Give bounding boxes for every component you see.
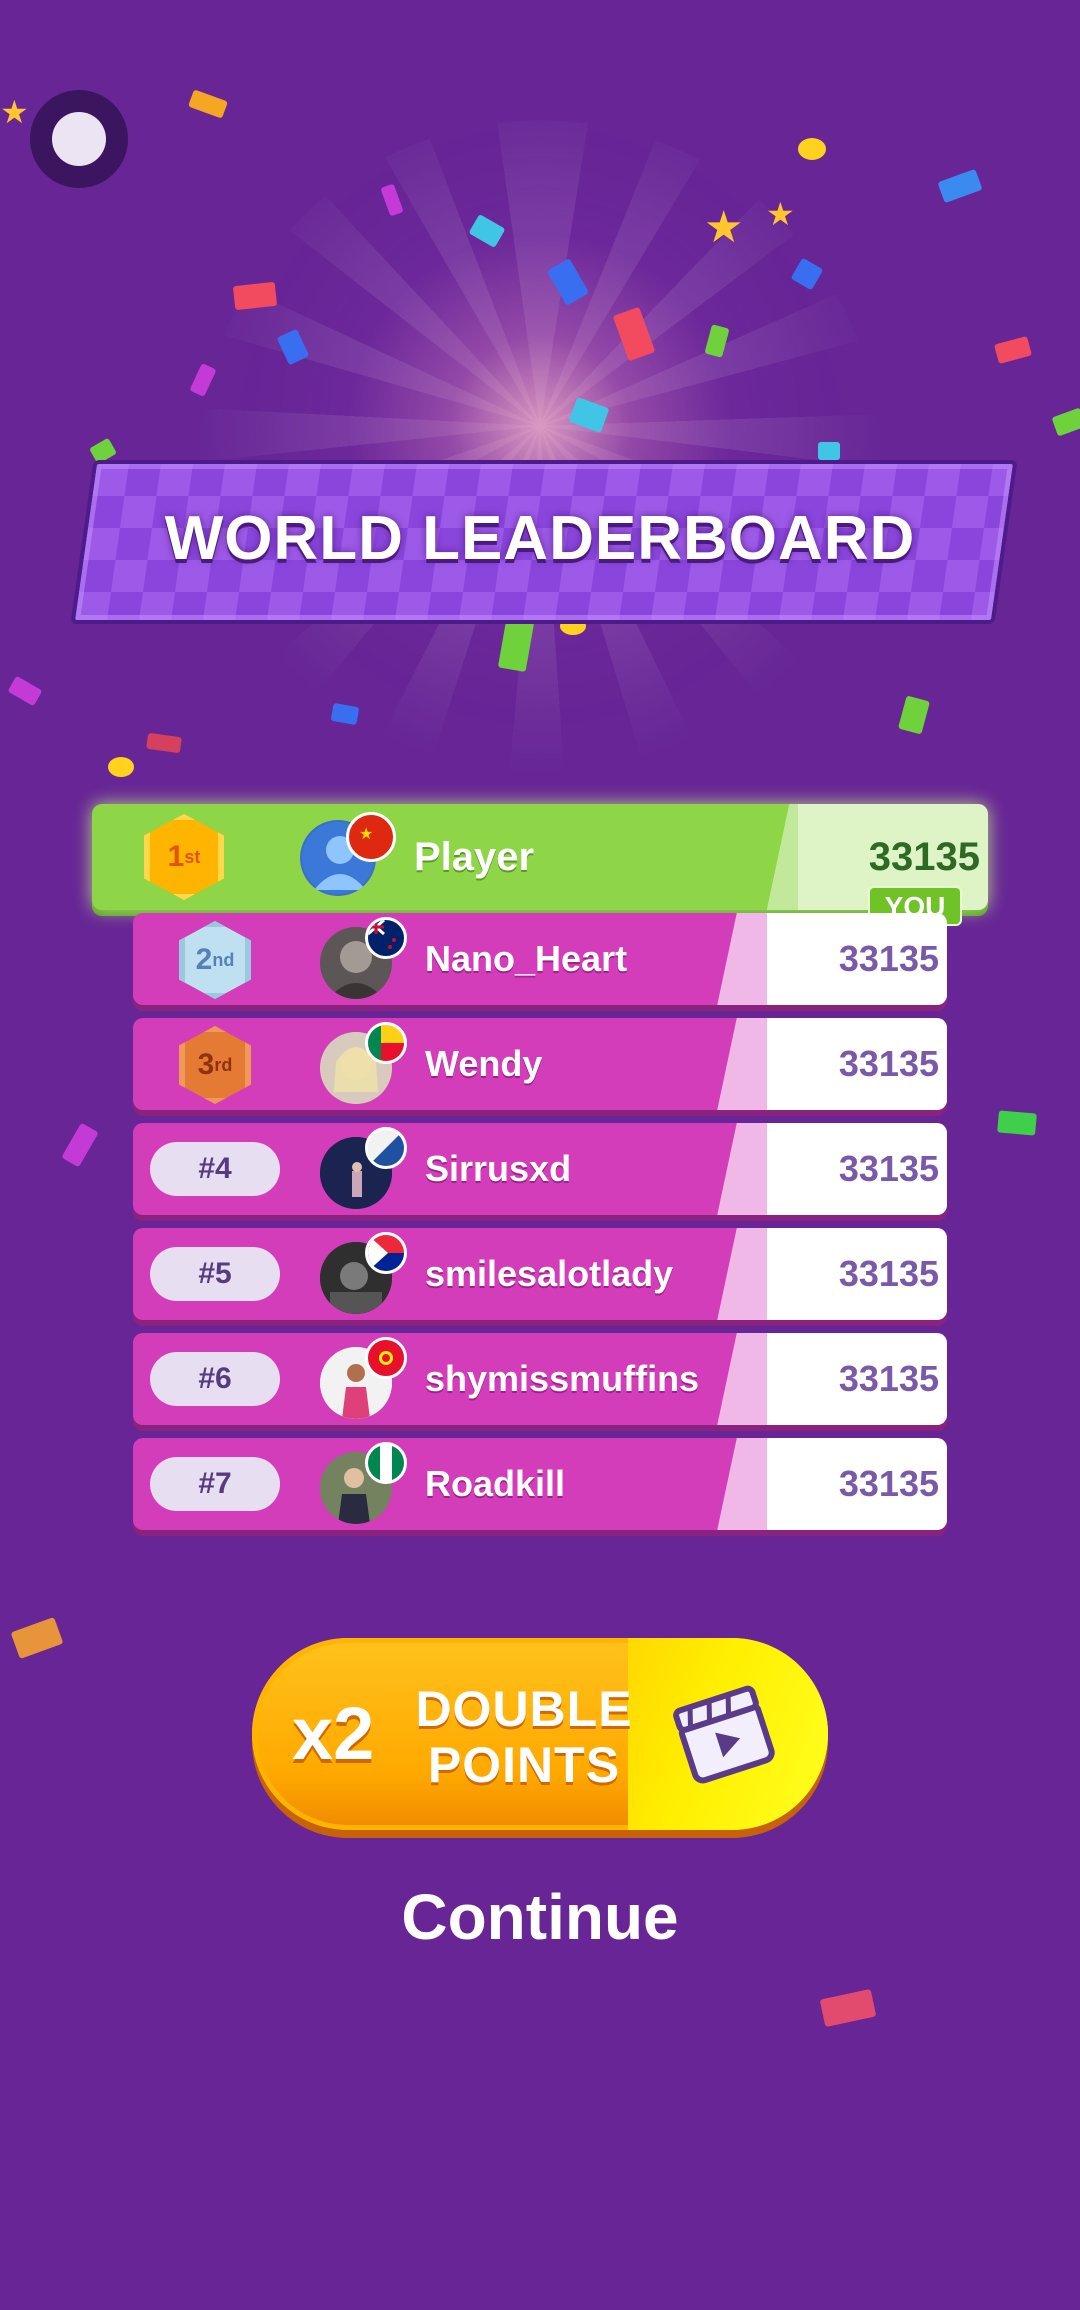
pause-icon	[52, 112, 106, 166]
leaderboard-row: 2nd Nano_Heart 33135	[133, 913, 947, 1005]
player-score: 33135	[838, 1463, 939, 1504]
rank-2-badge: 2nd	[179, 921, 251, 999]
leaderboard-row: #6 shymissmuffins 33135	[133, 1333, 947, 1425]
benin-flag-icon	[365, 1022, 407, 1064]
rank-1-badge: 1st	[144, 814, 224, 900]
saint-martin-flag-icon	[365, 1232, 407, 1274]
video-clapper-icon	[670, 1680, 778, 1788]
kyrgyzstan-flag-icon	[365, 1337, 407, 1379]
player-name: Nano_Heart	[425, 938, 628, 979]
player-name: Player	[414, 835, 535, 879]
player-score: 33135	[838, 1253, 939, 1294]
player-score: 33135	[838, 1043, 939, 1084]
player-name: Sirrusxd	[425, 1148, 572, 1189]
points-label: POINTS	[427, 1737, 621, 1793]
player-name: shymissmuffins	[425, 1358, 700, 1399]
rank-pill: #6	[150, 1352, 280, 1406]
player-name: smilesalotlady	[425, 1253, 674, 1294]
svg-text:★: ★	[359, 824, 373, 843]
leaderboard-row: 3rd Wendy 33135	[133, 1018, 947, 1110]
leaderboard-row: #7 Roadkill 33135	[133, 1438, 947, 1530]
player-score: 33135	[838, 1148, 939, 1189]
leaderboard-row: #4 Sirrusxd 33135	[133, 1123, 947, 1215]
rank-pill: #7	[150, 1457, 280, 1511]
pause-button[interactable]	[30, 90, 128, 188]
china-flag-icon: ★	[346, 812, 396, 862]
rank-pill: #4	[150, 1142, 280, 1196]
double-points-button[interactable]: x2 DOUBLE POINTS	[252, 1638, 828, 1830]
leaderboard-row-player: 1st ★ Player 33135	[92, 804, 988, 910]
new-zealand-flag-icon	[365, 917, 407, 959]
aland-flag-icon	[365, 1127, 407, 1169]
continue-button[interactable]: Continue	[0, 1880, 1080, 1954]
multiplier-label: x2	[292, 1692, 375, 1775]
double-label: DOUBLE	[415, 1681, 633, 1737]
nigeria-flag-icon	[365, 1442, 407, 1484]
player-score: 33135	[838, 938, 939, 979]
rank-pill: #5	[150, 1247, 280, 1301]
player-name: Wendy	[425, 1043, 543, 1084]
page-title: WORLD LEADERBOARD	[164, 503, 916, 573]
player-name: Roadkill	[425, 1463, 566, 1504]
player-score: 33135	[838, 1358, 939, 1399]
leaderboard-row: #5 smilesalotlady 33135	[133, 1228, 947, 1320]
rank-3-badge: 3rd	[179, 1026, 251, 1104]
